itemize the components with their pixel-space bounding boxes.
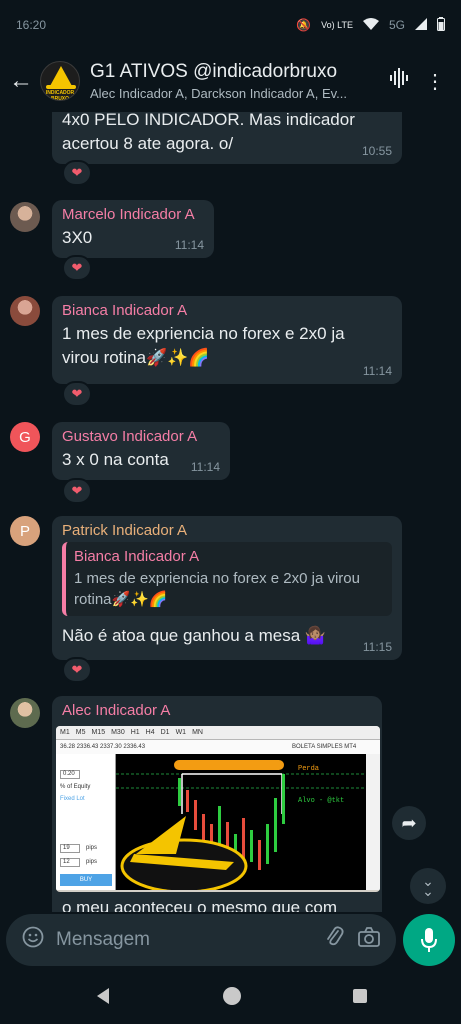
- message-input[interactable]: [50, 929, 318, 951]
- message-time: 11:15: [362, 640, 392, 654]
- trading-chart-image[interactable]: M1 M5 M15 M30 H1 H4 D1 W1 MN 36.28 2336.43 2337.…: [56, 726, 380, 892]
- nav-back-icon[interactable]: [94, 987, 112, 1010]
- microphone-icon: [421, 928, 437, 952]
- voice-chat-icon[interactable]: [381, 67, 417, 95]
- volte-icon: Vo) LTE: [321, 19, 353, 30]
- more-options-icon[interactable]: ⋮: [417, 69, 453, 94]
- heart-reaction[interactable]: ❤: [62, 160, 92, 186]
- signal-icon: [415, 17, 427, 33]
- avatar-alec[interactable]: [10, 698, 40, 728]
- status-time: 16:20: [16, 18, 47, 32]
- microphone-button[interactable]: [403, 914, 455, 966]
- message-bubble[interactable]: Gustavo Indicador A 3 x 0 na conta 11:14: [52, 422, 230, 480]
- attach-icon[interactable]: [318, 926, 352, 954]
- message-bubble[interactable]: Patrick Indicador A Bianca Indicador A 1…: [52, 516, 402, 660]
- sender-name[interactable]: Bianca Indicador A: [62, 302, 392, 319]
- message-time: 10:55: [361, 144, 392, 158]
- image-price-line: 36.28 2336.43 2337.30 2336.43 BOLETA SIM…: [56, 740, 380, 754]
- heart-reaction[interactable]: ❤: [62, 255, 92, 281]
- quoted-sender: Bianca Indicador A: [74, 548, 200, 565]
- group-members: Alec Indicador A, Darckson Indicador A, …: [90, 86, 347, 101]
- battery-icon: [437, 16, 445, 34]
- forward-icon[interactable]: ➦: [392, 806, 426, 840]
- camera-icon[interactable]: [352, 927, 386, 953]
- avatar-marcelo[interactable]: [10, 202, 40, 232]
- sender-name[interactable]: Alec Indicador A: [62, 702, 372, 719]
- avatar-patrick[interactable]: P: [10, 516, 40, 546]
- quoted-message[interactable]: Bianca Indicador A 1 mes de expriencia n…: [62, 542, 392, 616]
- avatar-bianca[interactable]: [10, 296, 40, 326]
- back-arrow-icon[interactable]: ←: [8, 67, 34, 95]
- group-title-block[interactable]: G1 ATIVOS @indicadorbruxo Alec Indicador…: [90, 61, 381, 101]
- message-bubble[interactable]: 4x0 PELO INDICADOR. Mas indicador acerto…: [52, 112, 402, 164]
- message-composer: [6, 914, 396, 966]
- image-price-scale: [366, 754, 380, 890]
- message-text: 1 mes de expriencia no forex e 2x0 ja vi…: [62, 324, 345, 367]
- chat-header: ← INDICADOR BRUXO G1 ATIVOS @indicadorbr…: [0, 50, 461, 112]
- avatar-logo-text: INDICADOR BRUXO: [45, 90, 75, 101]
- system-nav-bar: [0, 972, 461, 1024]
- image-toolbar: M1 M5 M15 M30 H1 H4 D1 W1 MN: [56, 726, 380, 740]
- message-text: 4x0 PELO INDICADOR. Mas indicador acerto…: [62, 112, 355, 153]
- message-time: 11:14: [190, 460, 220, 474]
- heart-reaction[interactable]: ❤: [62, 657, 92, 683]
- image-candle-chart: Perda Alvo - @tkt: [116, 754, 366, 892]
- group-avatar[interactable]: INDICADOR BRUXO: [40, 61, 80, 101]
- quoted-text: 1 mes de expriencia no forex e 2x0 ja vi…: [74, 570, 360, 608]
- sender-name[interactable]: Marcelo Indicador A: [62, 206, 204, 223]
- sender-name[interactable]: Patrick Indicador A: [62, 522, 392, 539]
- nav-home-icon[interactable]: [222, 986, 242, 1011]
- avatar-gustavo[interactable]: G: [10, 422, 40, 452]
- mute-icon: 🔕: [296, 18, 312, 32]
- message-bubble[interactable]: Marcelo Indicador A 3X0 11:14: [52, 200, 214, 258]
- message-time: 11:14: [174, 238, 204, 252]
- message-bubble[interactable]: Alec Indicador A M1 M5 M15 M30 H1 H4 D1 W1 MN 36…: [52, 696, 382, 912]
- message-bubble[interactable]: Bianca Indicador A 1 mes de expriencia n…: [52, 296, 402, 384]
- group-title: G1 ATIVOS @indicadorbruxo: [90, 61, 338, 82]
- emoji-icon[interactable]: [16, 926, 50, 954]
- heart-reaction[interactable]: ❤: [62, 478, 92, 504]
- image-order-panel: 0.20 % of Equity Fixed Lot 19 pips 12 pi…: [56, 754, 116, 890]
- svg-text:Perda: Perda: [298, 765, 319, 773]
- message-text: Não é atoa que ganhou a mesa 🤷🏽‍♀️: [62, 626, 327, 645]
- scroll-down-icon[interactable]: ⌄ ⌄: [410, 868, 446, 904]
- message-time: 11:14: [362, 364, 392, 378]
- nav-recents-icon[interactable]: [352, 988, 368, 1009]
- heart-reaction[interactable]: ❤: [62, 381, 92, 407]
- wifi-icon: [362, 17, 379, 33]
- message-text: o meu aconteceu o mesmo que com: [62, 898, 337, 912]
- status-bar: 16:20 🔕 Vo) LTE 5G: [0, 0, 461, 50]
- sender-name[interactable]: Gustavo Indicador A: [62, 428, 220, 445]
- message-list[interactable]: 4x0 PELO INDICADOR. Mas indicador acerto…: [0, 112, 461, 912]
- network-5g-label: 5G: [388, 18, 405, 32]
- status-icons: 🔕 Vo) LTE 5G: [296, 16, 445, 34]
- svg-text:Alvo - @tkt: Alvo - @tkt: [298, 797, 344, 805]
